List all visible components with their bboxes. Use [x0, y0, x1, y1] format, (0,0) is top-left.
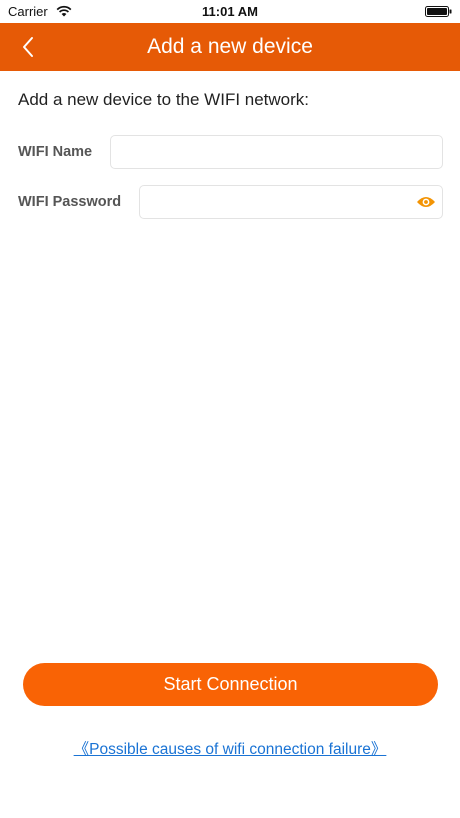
- wifi-password-label: WIFI Password: [18, 194, 122, 210]
- nav-bar: Add a new device: [0, 23, 460, 71]
- connection-failure-help-link[interactable]: 《Possible causes of wifi connection fail…: [0, 737, 460, 759]
- wifi-name-label: WIFI Name: [18, 144, 93, 160]
- wifi-name-field[interactable]: [110, 135, 443, 169]
- battery-icon: [425, 6, 452, 17]
- eye-icon[interactable]: [416, 195, 436, 209]
- status-time: 11:01 AM: [202, 4, 258, 19]
- app-screen: Carrier 11:01 AM Add a new device Add a …: [0, 0, 460, 818]
- wifi-password-field[interactable]: [139, 185, 443, 219]
- status-bar: Carrier 11:01 AM: [0, 0, 460, 23]
- start-connection-button[interactable]: Start Connection: [23, 663, 438, 706]
- page-title: Add a new device: [147, 35, 313, 58]
- intro-text: Add a new device to the WIFI network:: [18, 90, 310, 109]
